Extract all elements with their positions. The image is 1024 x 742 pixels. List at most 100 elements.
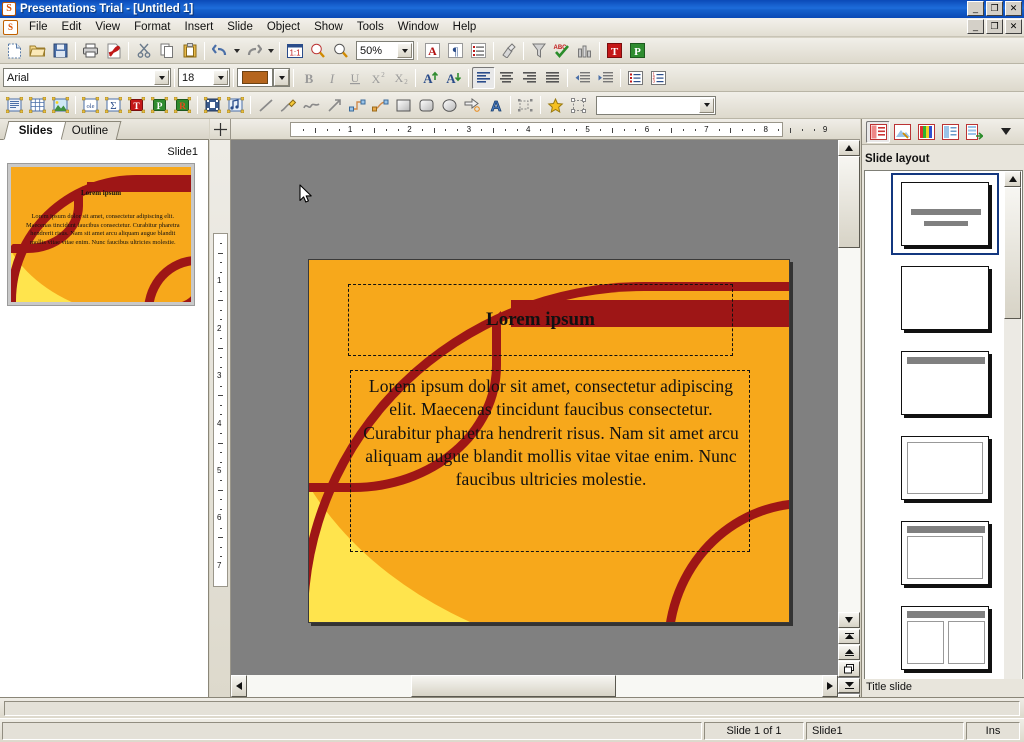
slide-canvas[interactable]: Lorem ipsum Lorem ipsum dolor sit amet, … bbox=[231, 140, 838, 675]
numbered-list-button[interactable]: 123 bbox=[647, 67, 670, 89]
slide-layout-panel-icon[interactable] bbox=[866, 120, 890, 143]
menu-item-help[interactable]: Help bbox=[446, 19, 484, 35]
chevron-down-icon[interactable] bbox=[397, 43, 412, 58]
insert-picture-button[interactable] bbox=[49, 94, 72, 116]
layout-title-and-two-content[interactable] bbox=[893, 599, 997, 677]
scroll-down-button[interactable] bbox=[838, 612, 860, 628]
window-minimize-button[interactable]: _ bbox=[967, 1, 984, 16]
insert-table-button[interactable] bbox=[26, 94, 49, 116]
undo-button[interactable] bbox=[208, 40, 231, 62]
vertical-scroll-thumb[interactable] bbox=[838, 156, 860, 248]
menu-item-format[interactable]: Format bbox=[127, 19, 177, 35]
chart-button[interactable] bbox=[573, 40, 596, 62]
arrow-button[interactable] bbox=[323, 94, 346, 116]
menu-item-tools[interactable]: Tools bbox=[350, 19, 391, 35]
rectangle-button[interactable] bbox=[392, 94, 415, 116]
align-right-button[interactable] bbox=[518, 67, 541, 89]
ellipse-button[interactable] bbox=[438, 94, 461, 116]
scroll-left-button[interactable] bbox=[231, 675, 247, 697]
subscript-button[interactable]: X2 bbox=[389, 67, 412, 89]
bulleted-list-button[interactable] bbox=[624, 67, 647, 89]
group-objects-button[interactable] bbox=[514, 94, 537, 116]
horizontal-scroll-thumb[interactable] bbox=[411, 675, 616, 697]
font-name-combo[interactable]: Arial bbox=[3, 68, 171, 87]
increase-indent-button[interactable] bbox=[594, 67, 617, 89]
cut-button[interactable] bbox=[132, 40, 155, 62]
document-restore-button[interactable]: ❐ bbox=[986, 19, 1003, 34]
sidebar-scrollbar[interactable] bbox=[1004, 171, 1021, 742]
bold-button[interactable]: B bbox=[297, 67, 320, 89]
print-button[interactable] bbox=[79, 40, 102, 62]
status-insert-mode[interactable]: Ins bbox=[966, 721, 1020, 740]
undo-dropdown-icon[interactable] bbox=[231, 41, 242, 61]
export-pdf-button[interactable] bbox=[102, 40, 125, 62]
document-icon[interactable]: S bbox=[3, 19, 18, 35]
body-placeholder[interactable]: Lorem ipsum dolor sit amet, consectetur … bbox=[350, 370, 750, 552]
curve-button[interactable] bbox=[300, 94, 323, 116]
paragraph-format-button[interactable]: ¶ bbox=[444, 40, 467, 62]
object-properties-button[interactable] bbox=[567, 94, 590, 116]
font-color-dropdown[interactable] bbox=[273, 68, 290, 87]
tab-slides[interactable]: Slides bbox=[3, 121, 67, 140]
slide-thumbnail[interactable]: Lorem ipsum Lorem ipsum dolor sit amet, … bbox=[7, 163, 195, 306]
open-file-button[interactable] bbox=[26, 40, 49, 62]
insert-planmaker-object-button[interactable]: P bbox=[148, 94, 171, 116]
insert-presentation-object-button[interactable]: R bbox=[171, 94, 194, 116]
menu-item-insert[interactable]: Insert bbox=[178, 19, 221, 35]
increase-font-size-button[interactable]: A bbox=[419, 67, 442, 89]
slide-editable-area[interactable]: Lorem ipsum Lorem ipsum dolor sit amet, … bbox=[308, 259, 790, 623]
superscript-button[interactable]: X2 bbox=[366, 67, 389, 89]
decrease-indent-button[interactable] bbox=[571, 67, 594, 89]
insert-media-button[interactable] bbox=[201, 94, 224, 116]
new-document-button[interactable] bbox=[3, 40, 26, 62]
save-file-button[interactable] bbox=[49, 40, 72, 62]
background-panel-icon[interactable] bbox=[938, 121, 962, 143]
next-slide-button[interactable] bbox=[838, 678, 860, 693]
window-restore-button[interactable]: ❐ bbox=[986, 1, 1003, 16]
insert-sound-button[interactable] bbox=[224, 94, 247, 116]
character-format-button[interactable]: A bbox=[421, 40, 444, 62]
align-center-button[interactable] bbox=[495, 67, 518, 89]
draw-line-button[interactable] bbox=[254, 94, 277, 116]
menu-item-slide[interactable]: Slide bbox=[220, 19, 260, 35]
tab-outline[interactable]: Outline bbox=[56, 121, 122, 140]
scroll-up-button[interactable] bbox=[838, 140, 860, 156]
document-minimize-button[interactable]: _ bbox=[967, 19, 984, 34]
menu-item-object[interactable]: Object bbox=[260, 19, 307, 35]
zoom-level-combo[interactable]: 50% bbox=[356, 41, 414, 60]
horizontal-ruler[interactable]: 1 2 3 4 5 6 7 8 9 bbox=[231, 119, 860, 140]
sidebar-scroll-up-button[interactable] bbox=[1004, 171, 1021, 187]
object-style-combo[interactable] bbox=[596, 95, 716, 115]
vertical-ruler[interactable]: 1 2 3 4 5 6 7 bbox=[210, 140, 231, 697]
slide-layers-button[interactable] bbox=[838, 661, 860, 677]
layout-title-and-content[interactable] bbox=[893, 514, 997, 592]
redo-button[interactable] bbox=[242, 40, 265, 62]
format-painter-button[interactable] bbox=[497, 40, 520, 62]
menu-item-show[interactable]: Show bbox=[307, 19, 350, 35]
font-color-button[interactable] bbox=[237, 68, 273, 87]
zoom-tool-button[interactable] bbox=[329, 40, 352, 62]
zoom-selection-button[interactable] bbox=[306, 40, 329, 62]
first-slide-button[interactable] bbox=[838, 629, 860, 644]
chevron-down-icon[interactable] bbox=[213, 70, 228, 85]
ruler-corner-button[interactable] bbox=[210, 119, 231, 140]
sidebar-scroll-thumb[interactable] bbox=[1004, 187, 1021, 319]
bullets-numbering-button[interactable] bbox=[467, 40, 490, 62]
autoshape-button[interactable] bbox=[461, 94, 484, 116]
animation-effects-button[interactable] bbox=[544, 94, 567, 116]
menu-item-window[interactable]: Window bbox=[391, 19, 446, 35]
chevron-down-icon[interactable] bbox=[699, 97, 714, 113]
insert-textmaker-object-button[interactable]: T bbox=[125, 94, 148, 116]
scroll-right-button[interactable] bbox=[822, 675, 838, 697]
filter-button[interactable] bbox=[527, 40, 550, 62]
spellcheck-button[interactable]: ABC bbox=[550, 40, 573, 62]
design-templates-panel-icon[interactable] bbox=[890, 121, 914, 143]
underline-button[interactable]: U bbox=[343, 67, 366, 89]
layout-content-only[interactable] bbox=[893, 429, 997, 507]
slide-transition-panel-icon[interactable] bbox=[962, 121, 986, 143]
layout-title-only[interactable] bbox=[893, 344, 997, 422]
zoom-100-button[interactable]: 1:1 bbox=[283, 40, 306, 62]
chevron-down-icon[interactable] bbox=[154, 70, 169, 85]
menu-item-edit[interactable]: Edit bbox=[55, 19, 89, 35]
redo-dropdown-icon[interactable] bbox=[265, 41, 276, 61]
